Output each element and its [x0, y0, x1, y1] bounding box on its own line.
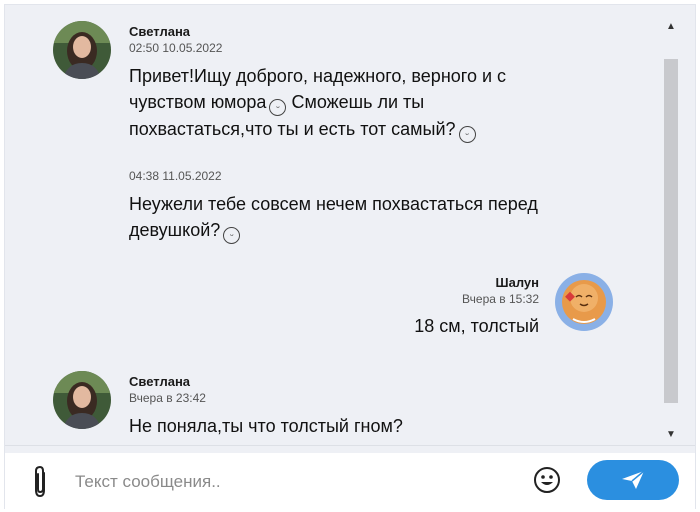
sender-name: Светлана — [129, 374, 191, 389]
smile-icon[interactable] — [533, 466, 561, 494]
message-time: 04:38 11.05.2022 — [129, 169, 222, 183]
avatar-svetlana[interactable] — [53, 21, 111, 79]
message-text-segment: Сможешь ли ты — [286, 92, 425, 112]
message-text-line: девушкой? ᵕ — [129, 217, 649, 244]
message-text: 18 см, толстый — [414, 316, 539, 336]
message-text-segment: чувством юмора — [129, 92, 267, 112]
message-text: Не поняла,ты что толстый гном? — [129, 416, 403, 436]
smile-emoji-icon: ᵕ — [223, 227, 241, 244]
sender-name: Светлана — [129, 24, 191, 39]
message-input[interactable] — [73, 465, 517, 499]
message-time: 02:50 10.05.2022 — [129, 41, 223, 55]
send-button[interactable] — [587, 460, 679, 500]
message-time: Вчера в 15:32 — [462, 292, 539, 306]
composer-divider — [5, 445, 695, 446]
message-text-segment: похвастаться,что ты и есть тот самый? — [129, 119, 456, 139]
avatar-svetlana[interactable] — [53, 371, 111, 429]
message-text-segment: девушкой? — [129, 220, 221, 240]
message-time: Вчера в 23:42 — [129, 391, 206, 405]
scrollbar[interactable]: ▲ ▼ — [663, 19, 679, 443]
scroll-up-arrow-icon[interactable]: ▲ — [663, 19, 679, 35]
avatar-shalun[interactable] — [555, 273, 613, 331]
paperclip-icon[interactable] — [29, 465, 51, 499]
chat-window: Светлана 02:50 10.05.2022 Привет!Ищу доб… — [4, 4, 696, 509]
scroll-down-arrow-icon[interactable]: ▼ — [663, 427, 679, 443]
smile-emoji-icon: ᵕ — [269, 99, 287, 116]
sender-name: Шалун — [495, 275, 539, 290]
message-text-line: Неужели тебе совсем нечем похвастаться п… — [129, 194, 538, 214]
message-list[interactable]: Светлана 02:50 10.05.2022 Привет!Ищу доб… — [5, 5, 659, 441]
message-text: Неужели тебе совсем нечем похвастаться п… — [129, 191, 649, 244]
message-composer — [5, 453, 695, 509]
message-text: Привет!Ищу доброго, надежного, верного и… — [129, 63, 649, 143]
smile-emoji-icon: ᵕ — [458, 126, 476, 143]
message-text-line: Привет!Ищу доброго, надежного, верного и… — [129, 66, 507, 86]
scroll-thumb[interactable] — [664, 59, 678, 403]
message-text-line: похвастаться,что ты и есть тот самый? ᵕ — [129, 116, 649, 143]
message-text-line: чувством юмора ᵕ Сможешь ли ты — [129, 89, 649, 116]
send-arrow-icon — [622, 470, 645, 489]
